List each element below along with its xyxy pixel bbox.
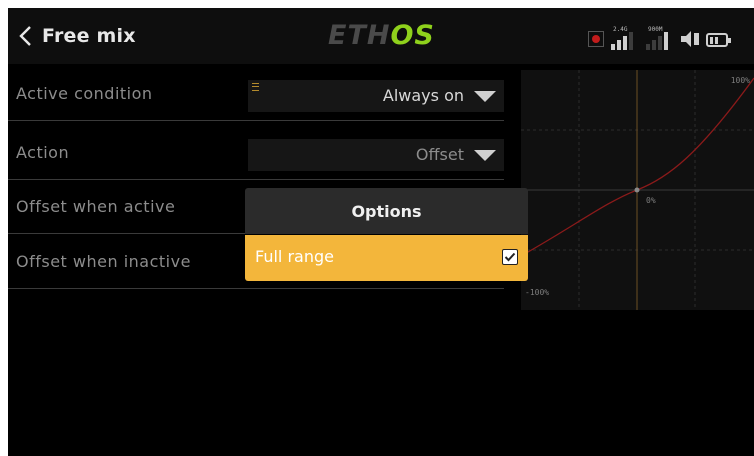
rf-signal-24-label: 2.4G	[613, 26, 628, 33]
speaker-icon	[681, 31, 699, 47]
options-popup: Options Full range	[245, 188, 528, 281]
rf-signal-900-icon: 900M	[644, 26, 674, 50]
radio-screen: Free mix ETHOS 2.4G 900M Active conditio…	[8, 8, 754, 456]
battery-icon	[706, 33, 731, 47]
curve-min-label: -100%	[525, 288, 550, 297]
action-value: Offset	[415, 145, 464, 164]
rf-signal-24-icon: 2.4G	[609, 26, 639, 50]
popup-title: Options	[245, 188, 528, 234]
action-select[interactable]: Offset	[248, 139, 504, 171]
logo-text-os: OS	[390, 20, 435, 51]
active-condition-label: Active condition	[16, 84, 153, 103]
full-range-label: Full range	[255, 247, 334, 266]
edit-marker-icon	[252, 83, 259, 91]
curve-max-label: 100%	[730, 76, 750, 85]
center-point	[634, 187, 640, 193]
status-icons: 2.4G 900M	[588, 26, 731, 50]
curve-preview: 100% 0% -100%	[521, 70, 754, 310]
offset-active-label: Offset when active	[16, 197, 176, 216]
curve-mid-label: 0%	[646, 196, 656, 205]
active-condition-value: Always on	[382, 86, 464, 105]
back-button[interactable]: Free mix	[18, 22, 168, 50]
ethos-logo: ETHOS	[328, 20, 435, 54]
record-icon	[588, 31, 604, 47]
row-active-condition: Active condition Always on	[8, 70, 504, 121]
chevron-left-icon	[19, 26, 31, 46]
curve-graph	[521, 70, 754, 310]
offset-inactive-label: Offset when inactive	[16, 252, 191, 271]
top-bar: Free mix ETHOS 2.4G 900M	[8, 8, 754, 64]
dropdown-arrow-icon	[474, 91, 496, 102]
page-title: Free mix	[42, 25, 136, 47]
full-range-option[interactable]: Full range	[245, 235, 528, 281]
active-condition-select[interactable]: Always on	[248, 80, 504, 112]
row-action: Action Offset	[8, 129, 504, 180]
logo-text-eth: ETH	[328, 20, 391, 51]
checkbox-checked-icon[interactable]	[502, 249, 518, 265]
action-label: Action	[16, 143, 70, 162]
rf-signal-900-label: 900M	[648, 26, 663, 33]
dropdown-arrow-icon	[474, 150, 496, 161]
